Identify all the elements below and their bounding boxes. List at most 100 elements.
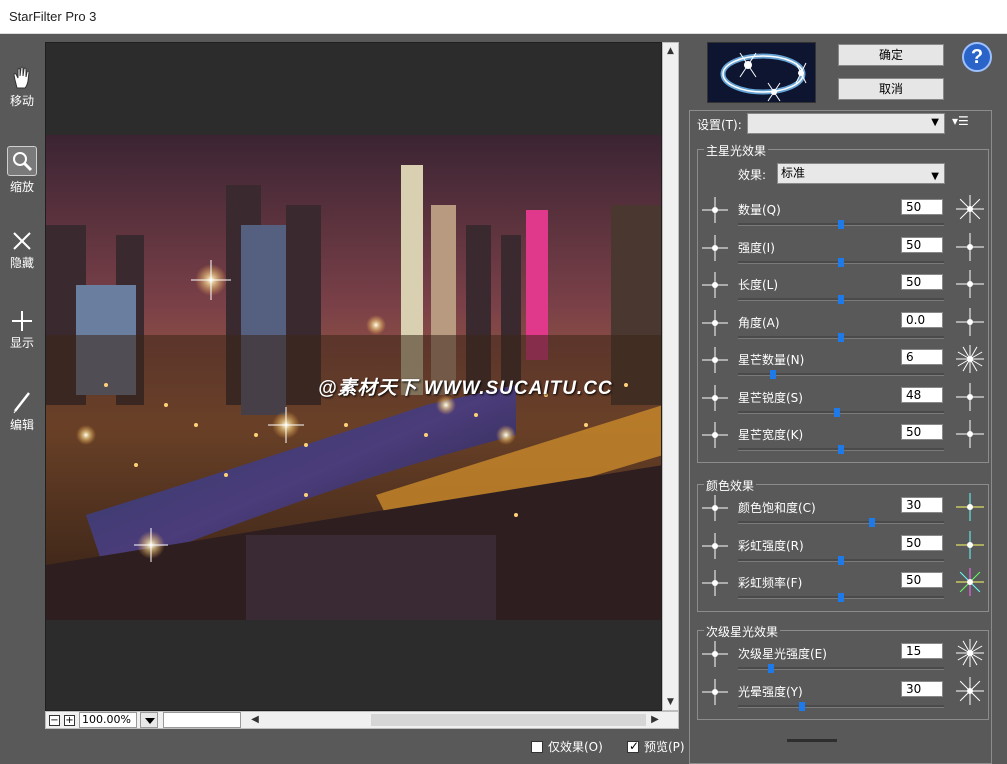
param-slider[interactable] — [738, 220, 944, 229]
param-value-input[interactable]: 50 — [901, 236, 943, 253]
param-label: 次级星光强度(E) — [738, 647, 827, 661]
param-label: 数量(Q) — [738, 203, 781, 217]
zoom-dropdown-button[interactable] — [140, 712, 158, 728]
param-value-input[interactable]: 30 — [901, 680, 943, 697]
param-slider[interactable] — [738, 332, 944, 342]
scroll-right-icon[interactable]: ▶ — [648, 713, 662, 727]
scroll-down-icon[interactable]: ▼ — [665, 696, 676, 708]
zoom-tool-label: 缩放 — [9, 180, 34, 194]
slider-thumb[interactable] — [838, 593, 844, 602]
slider-thumb[interactable] — [838, 555, 844, 565]
main-star-param-row: 星芒宽度(K) 50 — [697, 420, 989, 464]
param-slider[interactable] — [738, 407, 944, 417]
param-value-input[interactable]: 50 — [901, 274, 943, 290]
star-result-icon — [954, 268, 986, 300]
param-value-input[interactable]: 50 — [901, 424, 943, 440]
param-value-input[interactable]: 48 — [901, 386, 943, 403]
slider-thumb[interactable] — [838, 295, 844, 304]
hide-tool-label: 隐藏 — [9, 256, 34, 270]
param-value-input[interactable]: 6 — [901, 349, 943, 365]
zoom-in-button[interactable]: + — [64, 715, 75, 726]
preview-checkbox[interactable]: 预览(P) — [627, 738, 685, 755]
param-slider[interactable] — [738, 295, 944, 304]
slider-thumb[interactable] — [833, 407, 840, 417]
param-slider[interactable] — [738, 257, 944, 267]
color-param-row: 彩虹频率(F) 50 — [697, 568, 989, 612]
star-preview-icon — [700, 233, 730, 263]
param-slider[interactable] — [738, 701, 944, 711]
param-value-input[interactable]: 50 — [901, 199, 943, 215]
panel-divider — [787, 739, 837, 742]
x-mark-icon — [13, 232, 31, 250]
sparkle-ring-image — [708, 43, 815, 102]
vertical-scrollbar[interactable]: ▲ ▼ — [662, 42, 679, 711]
settings-label: 设置(T): — [697, 118, 742, 132]
cancel-button[interactable]: 取消 — [838, 78, 944, 100]
slider-thumb[interactable] — [838, 445, 844, 454]
param-value-input[interactable]: 50 — [901, 572, 943, 588]
pencil-icon — [13, 392, 30, 414]
param-slider[interactable] — [738, 664, 944, 673]
star-result-icon — [954, 343, 986, 375]
zoom-tool[interactable]: 缩放 — [2, 146, 42, 216]
secondary-param-row: 次级星光强度(E) 15 — [697, 639, 989, 683]
param-slider[interactable] — [738, 593, 944, 602]
slider-thumb[interactable] — [770, 370, 777, 379]
ok-button[interactable]: 确定 — [838, 44, 944, 66]
param-value-input[interactable]: 30 — [901, 497, 943, 513]
scroll-left-icon[interactable]: ◀ — [248, 713, 262, 727]
zoom-slider-field[interactable] — [163, 712, 241, 728]
star-preview-icon — [700, 270, 730, 300]
preview-box[interactable] — [627, 739, 639, 753]
zoom-tool-box — [7, 146, 37, 176]
edit-tool[interactable]: 编辑 — [2, 390, 42, 460]
param-value-input[interactable]: 0.0 — [901, 311, 943, 328]
preview-canvas[interactable]: @素材天下 WWW.SUCAITU.CC — [45, 42, 662, 711]
star-result-icon — [954, 637, 986, 669]
settings-combobox[interactable]: ▼ — [747, 113, 945, 134]
star-result-icon — [954, 566, 986, 598]
slider-thumb[interactable] — [868, 518, 875, 527]
slider-thumb[interactable] — [838, 332, 844, 342]
param-label: 颜色饱和度(C) — [738, 501, 816, 515]
secondary-title: 次级星光效果 — [704, 623, 781, 640]
param-label: 光晕强度(Y) — [738, 684, 803, 699]
hide-tool[interactable]: 隐藏 — [2, 230, 42, 300]
magnifier-icon — [13, 152, 33, 172]
zoom-out-button[interactable]: − — [49, 715, 60, 726]
show-tool-label: 显示 — [9, 336, 34, 350]
horizontal-scroll-thumb[interactable] — [371, 714, 646, 726]
tool-palette: 移动 缩放 隐藏 显示 编辑 — [0, 34, 44, 764]
param-slider[interactable] — [738, 445, 944, 454]
param-label: 星芒锐度(S) — [738, 390, 803, 405]
effect-combobox[interactable]: 标准 ▼ — [777, 163, 945, 184]
param-value-input[interactable]: 15 — [901, 643, 943, 659]
show-tool[interactable]: 显示 — [2, 310, 42, 380]
slider-thumb[interactable] — [767, 664, 774, 673]
settings-menu-icon[interactable]: ▾☰ — [952, 114, 969, 128]
param-slider[interactable] — [738, 518, 944, 527]
help-button[interactable]: ? — [962, 42, 992, 72]
effect-only-box[interactable] — [531, 740, 543, 753]
slider-thumb[interactable] — [838, 257, 844, 267]
move-tool-label: 移动 — [9, 94, 34, 108]
main-star-param-row: 星芒数量(N) 6 — [697, 345, 989, 389]
effect-label: 效果: — [738, 168, 767, 182]
effect-only-checkbox[interactable]: 仅效果(O) — [531, 738, 603, 755]
star-result-icon — [954, 529, 986, 561]
slider-thumb[interactable] — [798, 701, 805, 711]
effect-only-label: 仅效果(O) — [548, 740, 603, 754]
param-value-input[interactable]: 50 — [901, 534, 943, 551]
param-label: 角度(A) — [738, 315, 780, 330]
param-label: 彩虹频率(F) — [738, 576, 803, 590]
star-preview-icon — [700, 568, 730, 598]
status-bar: − + 100.00% ◀ ▶ — [45, 711, 679, 729]
param-slider[interactable] — [738, 555, 944, 565]
move-tool[interactable]: 移动 — [2, 66, 42, 136]
scroll-up-icon[interactable]: ▲ — [665, 45, 676, 57]
slider-thumb[interactable] — [838, 220, 844, 229]
star-result-icon — [954, 675, 986, 707]
param-slider[interactable] — [738, 370, 944, 379]
param-label: 强度(I) — [738, 240, 775, 255]
zoom-level[interactable]: 100.00% — [79, 712, 137, 728]
